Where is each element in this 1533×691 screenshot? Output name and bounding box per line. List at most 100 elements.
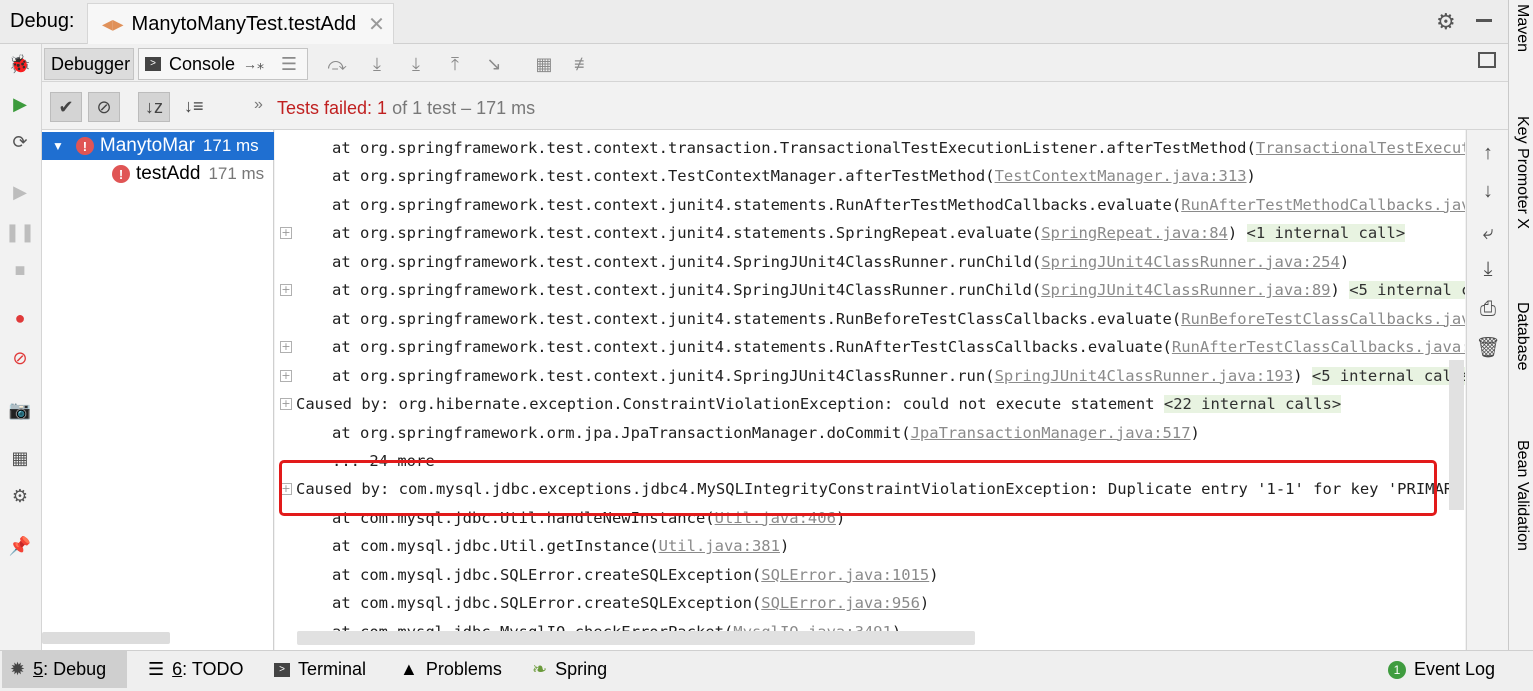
key-promoter-tab[interactable]: Key Promoter X (1513, 116, 1531, 229)
fold-expand-icon[interactable]: + (280, 284, 292, 297)
chevron-down-icon[interactable]: ▼ (52, 139, 64, 153)
tree-item-duration: 171 ms (202, 136, 259, 155)
mute-breakpoints-icon[interactable]: ⊘ (8, 346, 32, 370)
show-passed-toggle[interactable]: ✔ (50, 92, 82, 122)
tests-failed-count: 1 (377, 98, 388, 118)
source-link[interactable]: RunAfterTestClassCallbacks.java:70 (1172, 338, 1465, 356)
todo-tab-number: 6 (172, 659, 183, 679)
source-link[interactable]: SQLError.java:956 (761, 594, 920, 612)
console-line-text: at org.springframework.test.context.juni… (332, 252, 1042, 271)
sort-alphabetically-toggle[interactable]: ↓z (138, 92, 170, 122)
console-vertical-scrollbar[interactable] (1449, 360, 1464, 510)
show-ignored-toggle[interactable]: ⊘ (88, 92, 120, 122)
tree-item-label: ManytoMar (99, 135, 195, 156)
scroll-to-end-icon[interactable]: ⤓ (1477, 258, 1499, 280)
run-to-cursor-icon[interactable]: ↘ (483, 54, 505, 74)
restore-layout-icon[interactable] (1478, 52, 1496, 68)
console-line-text: at org.springframework.test.context.juni… (332, 366, 995, 385)
fold-expand-icon[interactable]: + (280, 341, 292, 354)
show-execution-point-icon[interactable]: ⤼ (326, 54, 348, 74)
console-line-text: at org.springframework.test.context.juni… (332, 281, 1042, 300)
bottom-tab-event-log[interactable]: 1 Event Log (1380, 651, 1503, 688)
source-link[interactable]: Util.java:381 (659, 537, 780, 555)
folded-internal-calls[interactable]: <5 internal calls> (1311, 366, 1465, 385)
console-line-text: at org.springframework.test.context.juni… (332, 224, 1042, 243)
folded-internal-calls[interactable]: <5 internal calls (1349, 281, 1465, 300)
database-tab[interactable]: Database (1513, 302, 1531, 371)
bottom-tab-problems[interactable]: ▲ Problems (392, 651, 510, 688)
tab-console-label: Console (169, 53, 236, 74)
settings-icon[interactable]: ⚙ (8, 484, 32, 508)
resume-icon[interactable]: ▶ (8, 180, 32, 204)
source-link[interactable]: RunAfterTestMethodCallbacks.java:94 (1181, 196, 1465, 214)
step-into-icon[interactable]: ⤓ (405, 54, 427, 74)
view-breakpoints-icon[interactable]: ● (8, 306, 32, 330)
bean-validation-tab[interactable]: Bean Validation (1513, 440, 1531, 551)
console-line-text: at org.springframework.test.context.juni… (332, 309, 1182, 328)
console-horizontal-scrollbar[interactable] (297, 631, 975, 645)
source-link[interactable]: TestContextManager.java:313 (995, 167, 1247, 185)
trash-icon[interactable]: 🗑 (1475, 336, 1500, 359)
console-line: + at org.springframework.test.context.jun… (275, 362, 1465, 390)
source-link[interactable]: TransactionalTestExecutionL (1256, 139, 1465, 157)
maven-tab[interactable]: Maven (1513, 4, 1531, 52)
tree-item-test-method[interactable]: ! testAdd 171 ms (42, 160, 274, 188)
minimize-icon[interactable] (1476, 19, 1492, 22)
stop-icon[interactable]: ■ (8, 258, 32, 282)
camera-icon[interactable]: 📷 (8, 398, 32, 422)
console-line-tail: ) (779, 537, 790, 556)
source-link[interactable]: JpaTransactionManager.java:517 (911, 424, 1191, 442)
console-icon: > (145, 57, 161, 71)
console-line-tail: ) (1339, 252, 1350, 271)
restart-icon[interactable]: ⟳ (8, 130, 32, 154)
fold-expand-icon[interactable]: + (280, 369, 292, 382)
tree-item-test-class[interactable]: ▼ ! ManytoMar 171 ms (42, 132, 274, 160)
tab-debugger[interactable]: Debugger (44, 48, 134, 80)
fold-expand-icon[interactable]: + (280, 398, 292, 411)
bottom-tab-debug[interactable]: ✹ 5: Debug (2, 651, 127, 688)
bottom-tab-terminal[interactable]: > Terminal (266, 651, 374, 688)
bottom-tab-spring[interactable]: ❧ Spring (524, 651, 615, 688)
event-log-label: Event Log (1414, 659, 1496, 679)
pin-icon[interactable]: 📌 (8, 534, 32, 558)
menu-icon[interactable]: ☰ (278, 54, 300, 74)
rerun-icon[interactable]: ▶ (8, 92, 32, 116)
run-config-tab-label: ManytoManyTest.testAdd (131, 12, 357, 35)
folded-internal-calls[interactable]: <22 internal calls> (1163, 395, 1342, 414)
folded-internal-calls[interactable]: <1 internal call> (1246, 224, 1406, 243)
source-link[interactable]: RunBeforeTestClassCallbacks.java:61 (1181, 310, 1465, 328)
tree-horizontal-scrollbar[interactable] (42, 632, 170, 644)
event-log-badge: 1 (1388, 660, 1406, 679)
source-link[interactable]: SpringJUnit4ClassRunner.java:89 (1041, 281, 1330, 299)
step-out-icon[interactable]: ⤒ (444, 54, 466, 74)
print-icon[interactable]: ⎙ (1477, 298, 1499, 320)
bottom-tab-todo[interactable]: ☰ 6: TODO (140, 651, 252, 688)
evaluate-expression-icon[interactable]: ▦ (533, 54, 555, 74)
console-line-text: at org.springframework.test.context.juni… (332, 338, 1172, 357)
pause-icon[interactable]: ❚❚ (5, 220, 35, 244)
source-link[interactable]: SQLError.java:1015 (761, 566, 929, 584)
soft-wrap-icon[interactable]: ⤶ (1477, 222, 1499, 244)
console-line-tail: ) (929, 565, 939, 584)
close-icon[interactable]: ✕ (368, 12, 385, 37)
run-config-tab[interactable]: ◀▶ ManytoManyTest.testAdd ✕ (87, 3, 394, 44)
console-line: at com.mysql.jdbc.Util.getInstance(Util.… (275, 532, 1465, 560)
source-link[interactable]: SpringRepeat.java:84 (1041, 224, 1228, 242)
console-output: at org.springframework.test.context.tran… (275, 130, 1465, 650)
right-tool-strip: Maven Key Promoter X Database Bean Valid… (1508, 0, 1533, 650)
source-link[interactable]: SpringJUnit4ClassRunner.java:254 (1041, 253, 1340, 271)
bottom-tool-bar: ✹ 5: Debug ☰ 6: TODO > Terminal ▲ Proble… (0, 650, 1533, 691)
layout-icon[interactable]: ▦ (8, 446, 32, 470)
source-link[interactable]: SpringJUnit4ClassRunner.java:193 (995, 367, 1294, 385)
down-arrow-icon[interactable]: ↓ (1477, 180, 1499, 202)
trace-icon[interactable]: ≢ (572, 54, 594, 74)
console-line: + Caused by: org.hibernate.exception.Cons… (275, 390, 1465, 418)
console-line-text: at com.mysql.jdbc.Util.getInstance( (332, 537, 659, 556)
debug-bug-icon[interactable]: 🐞 (8, 52, 32, 76)
up-arrow-icon[interactable]: ↑ (1477, 142, 1499, 164)
step-over-icon[interactable]: ⤓ (366, 54, 388, 74)
expand-more-icon[interactable]: » (254, 96, 263, 114)
sort-by-duration-icon[interactable]: ↓≡ (184, 96, 204, 117)
settings-gear-icon[interactable]: ⚙ (1436, 9, 1456, 35)
fold-expand-icon[interactable]: + (280, 227, 292, 240)
